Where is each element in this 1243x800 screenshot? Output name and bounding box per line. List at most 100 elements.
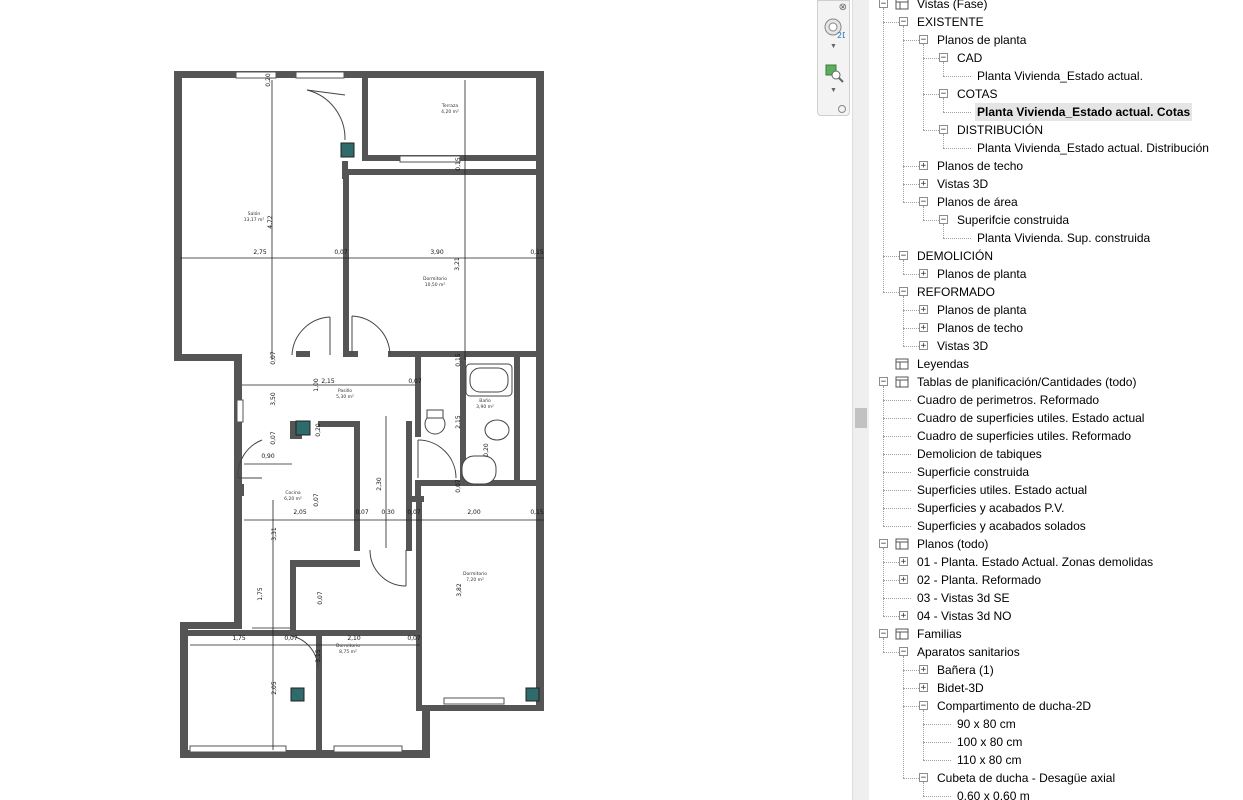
tree-item[interactable]: − Compartimento de ducha-2D xyxy=(869,697,1243,715)
tree-item[interactable]: Planta Vivienda_Estado actual. xyxy=(869,67,1243,85)
dimension-label: 3,15 xyxy=(315,649,322,663)
drawing-canvas[interactable]: Salón 13,17 m² Terraza 4,20 m² Dormitori… xyxy=(0,0,852,800)
zoom-region-icon[interactable] xyxy=(823,61,845,83)
tree-item[interactable]: Superficies y acabados P.V. xyxy=(869,499,1243,517)
tree-item[interactable]: − Vistas (Fase) xyxy=(869,0,1243,13)
tree-item[interactable]: +04 - Vistas 3d NO xyxy=(869,607,1243,625)
tree-item[interactable]: − Planos de planta xyxy=(869,31,1243,49)
tree-item[interactable]: Planta Vivienda. Sup. construida xyxy=(869,229,1243,247)
collapse-icon[interactable]: − xyxy=(939,89,948,99)
expand-icon[interactable]: + xyxy=(919,305,928,315)
tree-item[interactable]: + Bañera (1) xyxy=(869,661,1243,679)
close-icon[interactable]: ⊗ xyxy=(839,2,847,13)
tree-item[interactable]: Superficies y acabados solados xyxy=(869,517,1243,535)
tree-item[interactable]: − Planos de área xyxy=(869,193,1243,211)
tree-item[interactable]: − REFORMADO xyxy=(869,283,1243,301)
tree-item-label: Leyendas xyxy=(917,357,970,371)
collapse-icon[interactable]: − xyxy=(879,539,888,549)
tree-item[interactable]: 90 x 80 cm xyxy=(869,715,1243,733)
collapse-icon[interactable]: − xyxy=(899,647,908,657)
collapse-icon[interactable]: − xyxy=(879,0,888,9)
chevron-down-icon[interactable]: ▼ xyxy=(830,43,837,50)
room-name-label: Baño xyxy=(479,398,491,404)
options-icon[interactable] xyxy=(838,105,846,113)
tree-item[interactable]: 03 - Vistas 3d SE xyxy=(869,589,1243,607)
tree-item[interactable]: − DISTRIBUCIÓN xyxy=(869,121,1243,139)
tree-item[interactable]: + Planos de techo xyxy=(869,157,1243,175)
collapse-icon[interactable]: − xyxy=(899,287,908,297)
expand-icon[interactable]: + xyxy=(919,323,928,333)
dimension-label: 0,15 xyxy=(455,353,462,367)
expand-icon[interactable]: + xyxy=(899,611,908,621)
dimension-label: 4,72 xyxy=(267,215,274,229)
collapse-icon[interactable]: − xyxy=(919,701,928,711)
tree-item-label: Cuadro de superficies utiles. Reformado xyxy=(917,429,1132,443)
tree-item[interactable]: +01 - Planta. Estado Actual. Zonas demol… xyxy=(869,553,1243,571)
tree-item[interactable]: − Familias xyxy=(869,625,1243,643)
tree-item[interactable]: + Planos de techo xyxy=(869,319,1243,337)
tree-item[interactable]: + Vistas 3D xyxy=(869,337,1243,355)
expand-icon[interactable]: + xyxy=(899,557,908,567)
tree-item[interactable]: 100 x 80 cm xyxy=(869,733,1243,751)
tree-item[interactable]: Cuadro de superficies utiles. Reformado xyxy=(869,427,1243,445)
dimension-label: 0,15 xyxy=(530,509,544,516)
tree-item[interactable]: − EXISTENTE xyxy=(869,13,1243,31)
room-name-label: Dormitorio xyxy=(463,571,487,577)
tree-item[interactable]: Cuadro de superficies utiles. Estado act… xyxy=(869,409,1243,427)
collapse-icon[interactable]: − xyxy=(919,35,928,45)
collapse-icon[interactable]: − xyxy=(939,125,948,135)
tree-item[interactable]: Cuadro de perimetros. Reformado xyxy=(869,391,1243,409)
tree-item[interactable]: − CAD xyxy=(869,49,1243,67)
collapse-icon[interactable]: − xyxy=(879,377,888,387)
dimension-label: 2,75 xyxy=(253,249,267,256)
tree-item-label: 01 - Planta. Estado Actual. Zonas demoli… xyxy=(917,555,1154,569)
tree-item[interactable]: − Tablas de planificación/Cantidades (tod… xyxy=(869,373,1243,391)
tree-item-label: Planos de área xyxy=(937,195,1018,209)
tree-item-label: 04 - Vistas 3d NO xyxy=(917,609,1012,623)
tree-item-label: Planta Vivienda_Estado actual. xyxy=(977,69,1143,83)
expand-icon[interactable]: + xyxy=(919,269,928,279)
collapse-icon[interactable]: − xyxy=(899,17,908,27)
steering-wheel-2d-icon[interactable]: 2D xyxy=(823,17,845,39)
tree-item[interactable]: Planta Vivienda_Estado actual. Distribuc… xyxy=(869,139,1243,157)
tree-item-label: EXISTENTE xyxy=(917,15,984,29)
floor-plan[interactable]: Salón 13,17 m² Terraza 4,20 m² Dormitori… xyxy=(0,0,852,800)
scrollbar-thumb[interactable] xyxy=(855,408,867,428)
expand-icon[interactable]: + xyxy=(919,341,928,351)
expand-icon[interactable]: + xyxy=(919,665,928,675)
collapse-icon[interactable]: − xyxy=(899,251,908,261)
collapse-icon[interactable]: − xyxy=(879,629,888,639)
dimension-label: 0,07 xyxy=(334,249,348,256)
expand-icon[interactable]: + xyxy=(919,179,928,189)
tree-item[interactable]: Superficie construida xyxy=(869,463,1243,481)
vertical-scrollbar[interactable] xyxy=(852,0,869,800)
tree-item[interactable]: Demolicion de tabiques xyxy=(869,445,1243,463)
collapse-icon[interactable]: − xyxy=(939,53,948,63)
tree-item[interactable]: 110 x 80 cm xyxy=(869,751,1243,769)
tree-item[interactable]: + Bidet-3D xyxy=(869,679,1243,697)
room-area-label: 13,17 m² xyxy=(244,217,265,223)
tree-item[interactable]: Superficies utiles. Estado actual xyxy=(869,481,1243,499)
tree-item[interactable]: Planta Vivienda_Estado actual. Cotas xyxy=(869,103,1243,121)
tree-item[interactable]: Leyendas xyxy=(869,355,1243,373)
tree-item[interactable]: + Planos de planta xyxy=(869,301,1243,319)
tree-item[interactable]: − COTAS xyxy=(869,85,1243,103)
chevron-down-icon[interactable]: ▼ xyxy=(830,87,837,94)
expand-icon[interactable]: + xyxy=(919,161,928,171)
tree-item[interactable]: 0,60 x 0,60 m xyxy=(869,787,1243,800)
tree-item[interactable]: + Vistas 3D xyxy=(869,175,1243,193)
collapse-icon[interactable]: − xyxy=(919,197,928,207)
expand-icon[interactable]: + xyxy=(899,575,908,585)
tree-item[interactable]: + Planos de planta xyxy=(869,265,1243,283)
families-icon xyxy=(895,628,909,640)
tree-item[interactable]: − DEMOLICIÓN xyxy=(869,247,1243,265)
tree-item[interactable]: − Aparatos sanitarios xyxy=(869,643,1243,661)
tree-item-label: Superifcie construida xyxy=(957,213,1070,227)
tree-item[interactable]: − Cubeta de ducha - Desagüe axial xyxy=(869,769,1243,787)
tree-item[interactable]: − Planos (todo) xyxy=(869,535,1243,553)
tree-item[interactable]: − Superifcie construida xyxy=(869,211,1243,229)
expand-icon[interactable]: + xyxy=(919,683,928,693)
collapse-icon[interactable]: − xyxy=(939,215,948,225)
tree-item[interactable]: +02 - Planta. Reformado xyxy=(869,571,1243,589)
collapse-icon[interactable]: − xyxy=(919,773,928,783)
